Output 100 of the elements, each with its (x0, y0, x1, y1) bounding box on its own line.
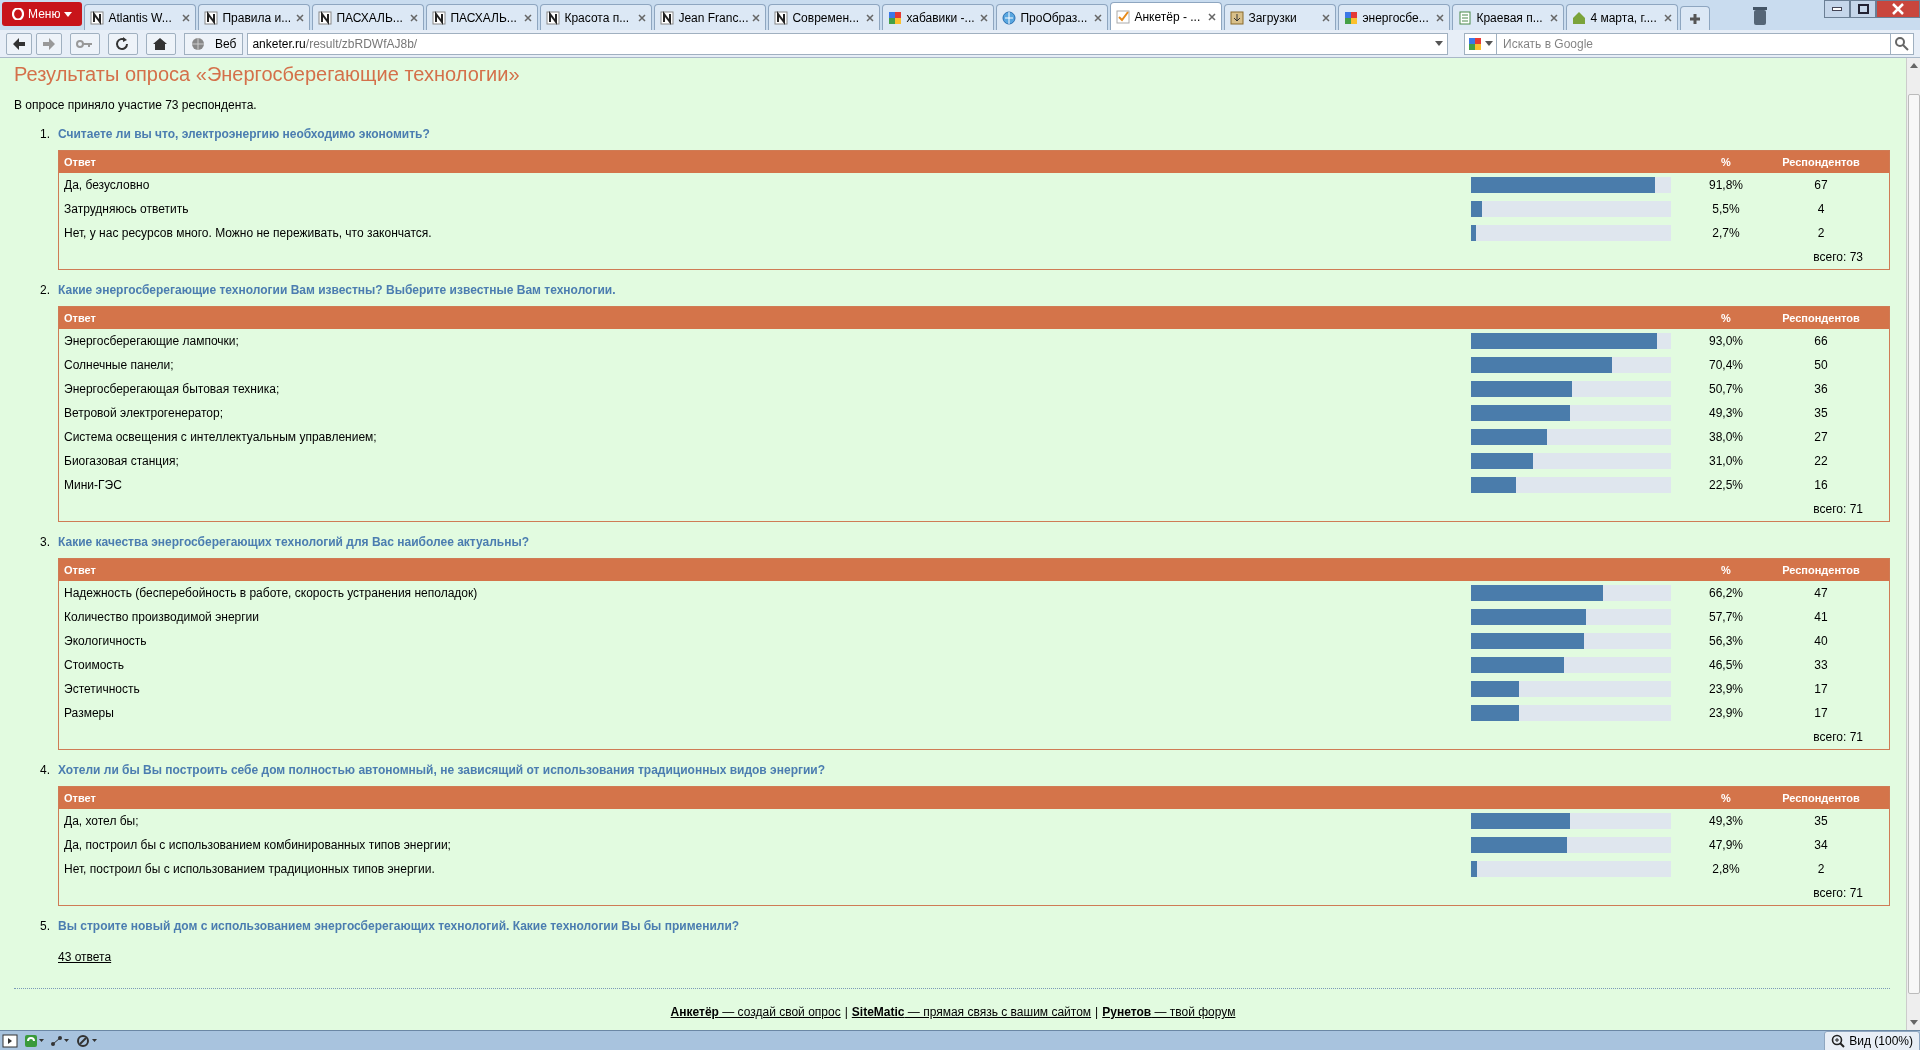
browser-tab[interactable]: Краевая п... (1452, 4, 1565, 30)
minimize-button[interactable] (1824, 0, 1850, 18)
percent-value: 23,9% (1708, 705, 1744, 722)
dropdown-icon[interactable] (1435, 41, 1443, 46)
question-text: Вы строите новый дом с использованием энергосберегающих технологий. Какие технологии Вы бы применили? (58, 918, 740, 935)
search-icon (1894, 35, 1910, 52)
separator-text: | (844, 1004, 848, 1021)
respondent-count: 35 (1813, 405, 1829, 422)
total-count: всего: 71 (1813, 729, 1863, 746)
question-number: 4. (40, 762, 51, 779)
dropdown-icon[interactable] (1485, 41, 1493, 46)
answer-text: Солнечные панели; (63, 357, 175, 374)
close-icon[interactable] (1550, 13, 1559, 22)
browser-tab[interactable]: хабавики -... (882, 4, 995, 30)
browser-tab[interactable]: Современ... (768, 4, 881, 30)
restore-icon (1857, 4, 1869, 14)
question-number: 5. (40, 918, 51, 935)
search-field[interactable]: Искать в Google (1497, 32, 1890, 55)
answer-text: Эстетичность (63, 681, 141, 698)
sync-icon[interactable] (24, 1033, 44, 1048)
menu-button[interactable]: Меню (2, 2, 83, 26)
browser-tab[interactable]: Красота п... (540, 4, 653, 30)
percent-value: 93,0% (1708, 333, 1744, 350)
close-icon[interactable] (410, 13, 419, 22)
restore-button[interactable] (1850, 0, 1876, 18)
percent-value: 56,3% (1708, 633, 1744, 650)
scroll-down-icon[interactable] (1909, 1020, 1918, 1026)
browser-tab[interactable]: Загрузки (1224, 4, 1337, 30)
caret-icon (64, 11, 73, 17)
search-engine-icon[interactable] (1468, 36, 1482, 51)
percent-value: 2,8% (1711, 861, 1741, 878)
browser-tab[interactable]: 4 марта, г.... (1566, 4, 1679, 30)
close-icon[interactable] (524, 13, 533, 22)
newspaper-icon (204, 10, 219, 25)
footer-link[interactable]: SiteMatic — прямая связь с вашим сайтом (851, 1003, 1092, 1021)
home-button[interactable] (146, 32, 176, 55)
globe-icon (1002, 10, 1017, 25)
answer-text: Затрудняюсь ответить (63, 201, 190, 218)
footer-link[interactable]: Рунетов — твой форум (1102, 1003, 1236, 1021)
answer-text: Количество производимой энергии (63, 609, 261, 626)
respondent-count: 17 (1813, 681, 1829, 698)
newspaper-icon (546, 10, 561, 25)
browser-tab[interactable]: ПАСХАЛЬ... (312, 4, 425, 30)
back-button[interactable] (6, 32, 32, 55)
close-icon[interactable] (980, 13, 989, 22)
close-icon[interactable] (1664, 13, 1673, 22)
browser-tab[interactable]: Правила и... (198, 4, 311, 30)
close-icon[interactable] (866, 13, 875, 22)
search-button[interactable] (1890, 32, 1914, 55)
browser-tab[interactable]: ПАСХАЛЬ... (426, 4, 539, 30)
close-icon[interactable] (752, 13, 761, 22)
close-button[interactable] (1876, 0, 1920, 18)
colorful-squares-icon (888, 10, 903, 25)
browser-tab[interactable]: ПроОбраз... (996, 4, 1109, 30)
close-icon[interactable] (1208, 12, 1217, 21)
search-engine-button[interactable] (1464, 32, 1497, 55)
browser-tab[interactable]: энергосбе... (1338, 4, 1451, 30)
address-field[interactable]: anketer.ru/result/zbRDWfAJ8b/ (247, 32, 1448, 55)
close-icon[interactable] (1094, 13, 1103, 22)
answer-text: Да, хотел бы; (63, 813, 140, 830)
respondent-count: 17 (1813, 705, 1829, 722)
document-icon (1458, 10, 1473, 25)
scroll-up-icon[interactable] (1909, 62, 1918, 68)
panel-toggle-icon[interactable] (2, 1033, 18, 1048)
question-number: 2. (40, 282, 51, 299)
percent-value: 22,5% (1708, 477, 1744, 494)
site-info-button[interactable]: Веб (184, 32, 244, 55)
browser-tab[interactable]: Atlantis W... (84, 4, 197, 30)
column-header: % (1720, 790, 1732, 806)
browser-tab[interactable]: Анкетёр - ... (1110, 2, 1223, 30)
percent-value: 91,8% (1708, 177, 1744, 194)
footer-link[interactable]: Анкетёр — создай свой опрос (670, 1003, 841, 1021)
respondent-count: 41 (1813, 609, 1829, 626)
browser-tab[interactable]: Jean Franc... (654, 4, 767, 30)
question-text: Считаете ли вы что, электроэнергию необходимо экономить? (58, 126, 430, 143)
close-icon[interactable] (296, 13, 305, 22)
house-icon (1572, 10, 1587, 25)
new-tab-button[interactable] (1680, 6, 1711, 30)
close-icon[interactable] (638, 13, 647, 22)
column-header: Респондентов (1781, 310, 1861, 326)
answer-text: Нет, построил бы с использованием традиционных типов энергии. (63, 861, 436, 878)
respondent-count: 33 (1813, 657, 1829, 674)
respondent-count: 2 (1816, 861, 1826, 878)
trash-icon[interactable] (1752, 6, 1769, 26)
column-header: Респондентов (1781, 790, 1861, 806)
network-icon[interactable] (50, 1033, 70, 1048)
answers-link[interactable]: 43 ответа (58, 948, 112, 966)
close-icon[interactable] (1436, 13, 1445, 22)
zoom-button[interactable]: Вид (100%) (1824, 1030, 1920, 1050)
total-count: всего: 71 (1813, 885, 1863, 902)
close-icon[interactable] (1322, 13, 1331, 22)
respondent-count: 50 (1813, 357, 1829, 374)
reload-button[interactable] (108, 32, 138, 55)
answer-text: Энергосберегающие лампочки; (63, 333, 240, 350)
column-header: % (1720, 562, 1732, 578)
percent-value: 50,7% (1708, 381, 1744, 398)
respondent-count: 40 (1813, 633, 1829, 650)
separator-text: | (1095, 1004, 1099, 1021)
close-icon[interactable] (182, 13, 191, 22)
block-icon[interactable] (76, 1033, 98, 1048)
